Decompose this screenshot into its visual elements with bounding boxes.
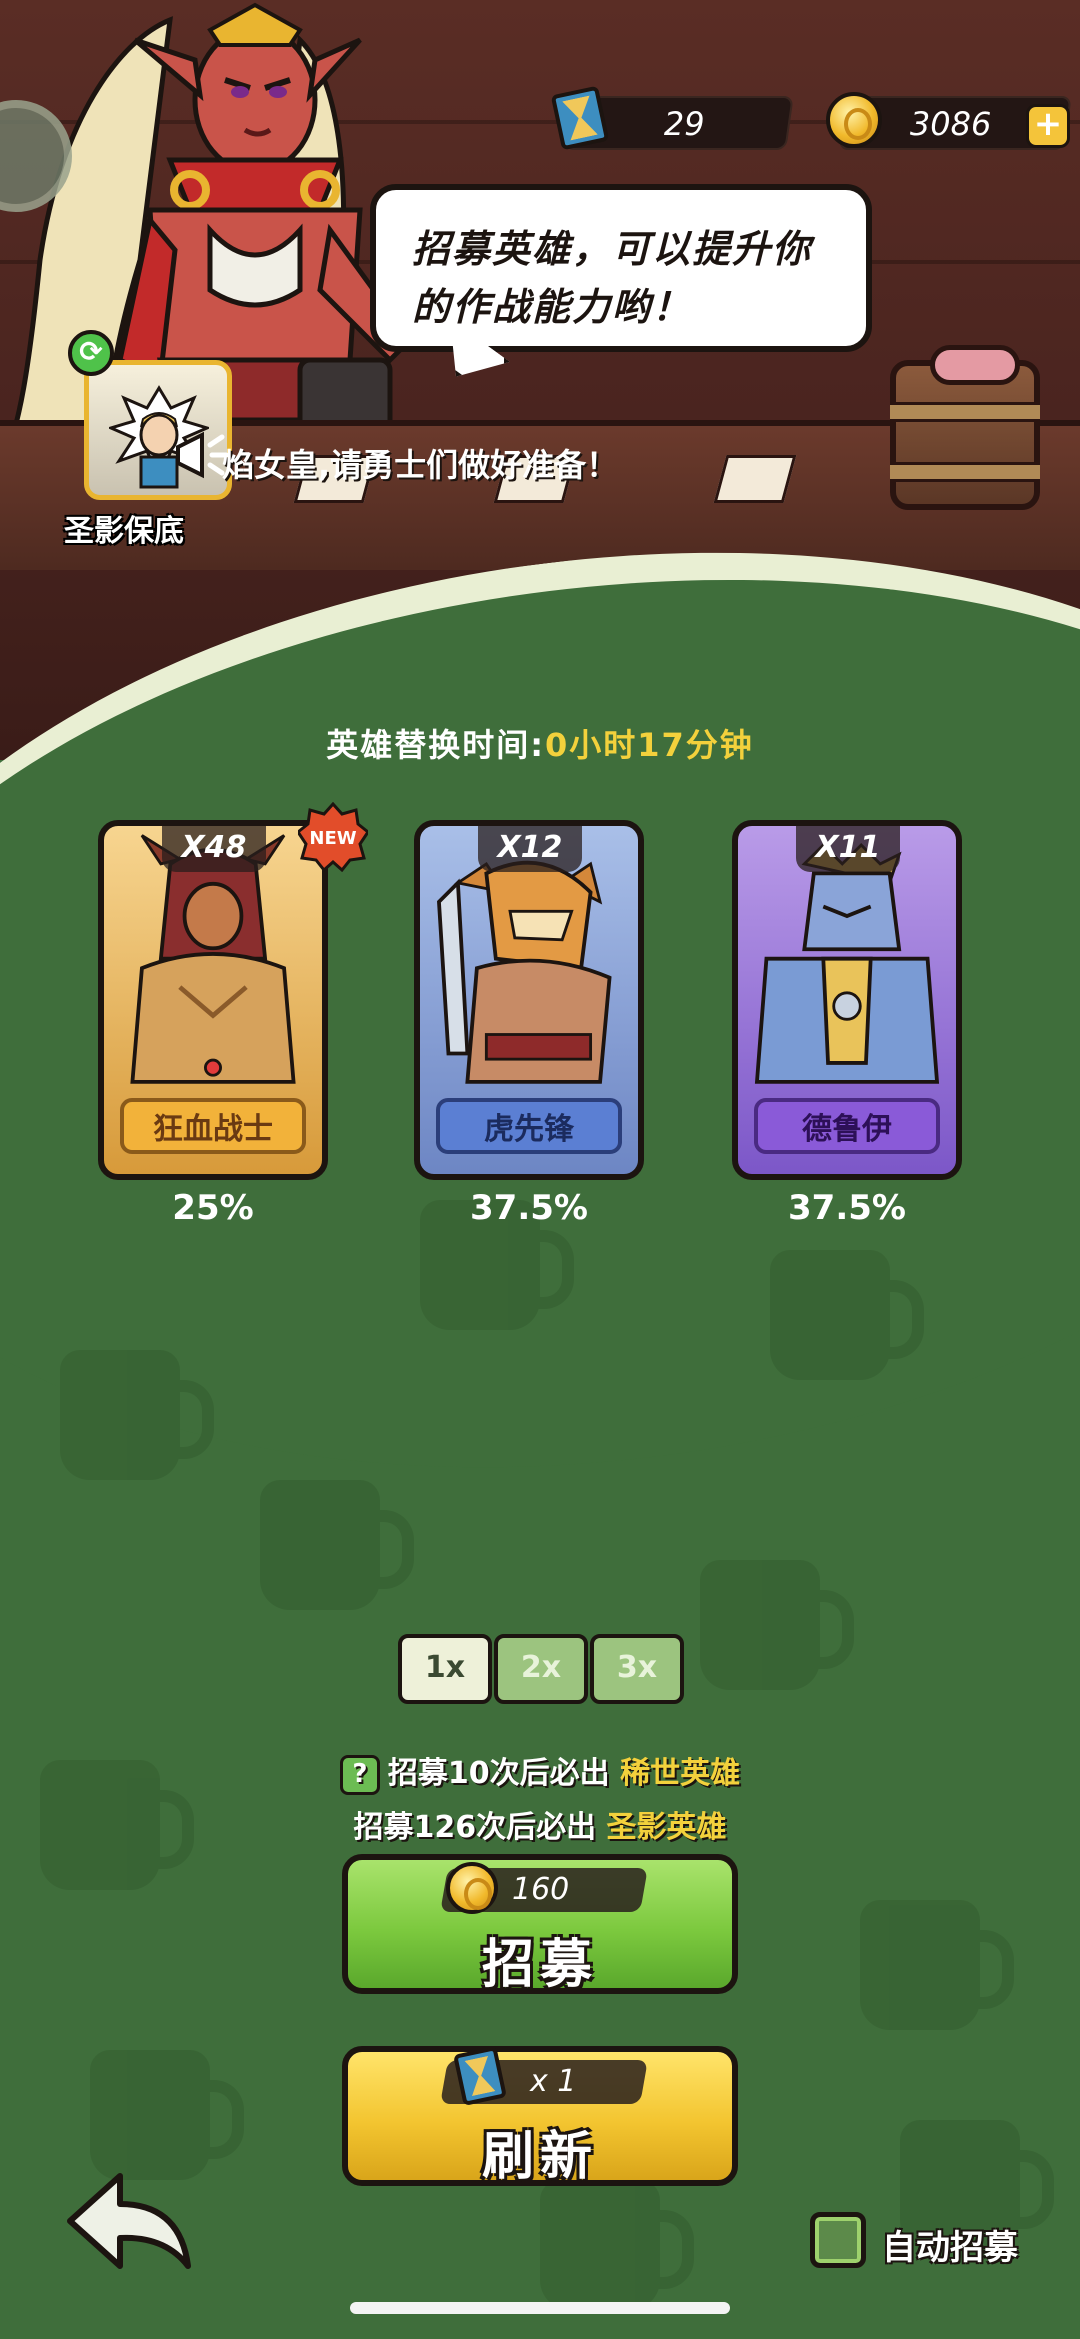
mug-pattern-icon bbox=[90, 2050, 244, 2180]
guarantee-badge-label: 圣影保底 bbox=[64, 514, 184, 549]
timer-value: 0小时17分钟 bbox=[545, 726, 754, 764]
mug-pattern-icon bbox=[860, 1900, 1014, 2030]
recruit-cost: 160 bbox=[512, 1872, 570, 1907]
rare-hero-guarantee-info: ? 招募10次后必出 稀世英雄 bbox=[0, 1748, 1080, 1795]
multiplier-3x-button[interactable]: 3x bbox=[590, 1634, 684, 1704]
auto-recruit-checkbox[interactable] bbox=[810, 2212, 866, 2268]
hourglass-icon bbox=[453, 2045, 507, 2107]
refresh-button[interactable]: x 1 刷新 bbox=[342, 2045, 738, 2187]
hero-card-druid[interactable]: X11 德鲁伊 bbox=[732, 820, 962, 1180]
holy-shadow-guarantee-info: 招募126次后必出 圣影英雄 bbox=[0, 1802, 1080, 1846]
home-indicator[interactable] bbox=[350, 2302, 730, 2314]
new-badge-label: NEW bbox=[309, 828, 356, 849]
hero-rate: 25% bbox=[172, 1188, 254, 1228]
announcement-marquee: 焰女皇,请勇士们做好准备！ bbox=[222, 446, 619, 484]
hero-count: X11 bbox=[796, 826, 900, 872]
hero-name-plate: 狂血战士 bbox=[120, 1098, 306, 1154]
coin-count: 3086 bbox=[909, 105, 992, 143]
hero-card-tiger-vanguard[interactable]: X12 虎先锋 bbox=[414, 820, 644, 1180]
question-icon[interactable]: ? bbox=[339, 1754, 380, 1795]
info-line2-highlight: 圣影英雄 bbox=[606, 1810, 727, 1845]
mug-pattern-icon bbox=[60, 1350, 214, 1480]
mug-pattern-icon bbox=[540, 2180, 694, 2310]
mug-pattern-icon bbox=[770, 1250, 924, 1380]
hero-rate: 37.5% bbox=[788, 1188, 906, 1228]
card-deck bbox=[713, 455, 797, 503]
recruit-button-label: 招募 bbox=[481, 1935, 598, 1995]
speech-bubble: 招募英雄，可以提升你 的作战能力哟！ bbox=[370, 184, 872, 352]
hero-count: X48 bbox=[162, 826, 266, 872]
speech-bubble-text: 招募英雄，可以提升你 的作战能力哟！ bbox=[412, 227, 813, 329]
multiplier-2x-button[interactable]: 2x bbox=[494, 1634, 588, 1704]
new-badge-icon: NEW bbox=[298, 802, 368, 872]
back-arrow-icon[interactable] bbox=[60, 2166, 200, 2276]
refresh-cycle-icon: ⟳ bbox=[68, 330, 114, 376]
hero-replace-timer: 英雄替换时间:0小时17分钟 bbox=[0, 720, 1080, 766]
hourglass-count: 29 bbox=[663, 105, 705, 143]
recruit-button[interactable]: 160 招募 bbox=[342, 1854, 738, 1995]
hero-count: X12 bbox=[478, 826, 582, 872]
info-line2-prefix: 招募126次后必出 bbox=[353, 1810, 597, 1845]
hero-rate: 37.5% bbox=[470, 1188, 588, 1228]
hero-name-plate: 虎先锋 bbox=[436, 1098, 622, 1154]
hero-card-berserker[interactable]: X48 狂血战士 bbox=[98, 820, 328, 1180]
gold-coin-icon bbox=[826, 92, 882, 148]
mug-pattern-icon bbox=[260, 1480, 414, 1610]
auto-recruit-label: 自动招募 bbox=[882, 2228, 1018, 2268]
hero-name-plate: 德鲁伊 bbox=[754, 1098, 940, 1154]
timer-label: 英雄替换时间: bbox=[326, 726, 545, 764]
add-coins-button[interactable]: + bbox=[1026, 104, 1070, 148]
refresh-cost: x 1 bbox=[530, 2064, 577, 2099]
beer-mug bbox=[930, 345, 1020, 385]
info-line1-prefix: 招募10次后必出 bbox=[387, 1756, 610, 1791]
info-line1-highlight: 稀世英雄 bbox=[620, 1756, 741, 1791]
mug-pattern-icon bbox=[700, 1560, 854, 1690]
gold-coin-icon bbox=[446, 1862, 498, 1914]
multiplier-1x-button[interactable]: 1x bbox=[398, 1634, 492, 1704]
refresh-button-label: 刷新 bbox=[481, 2127, 598, 2187]
